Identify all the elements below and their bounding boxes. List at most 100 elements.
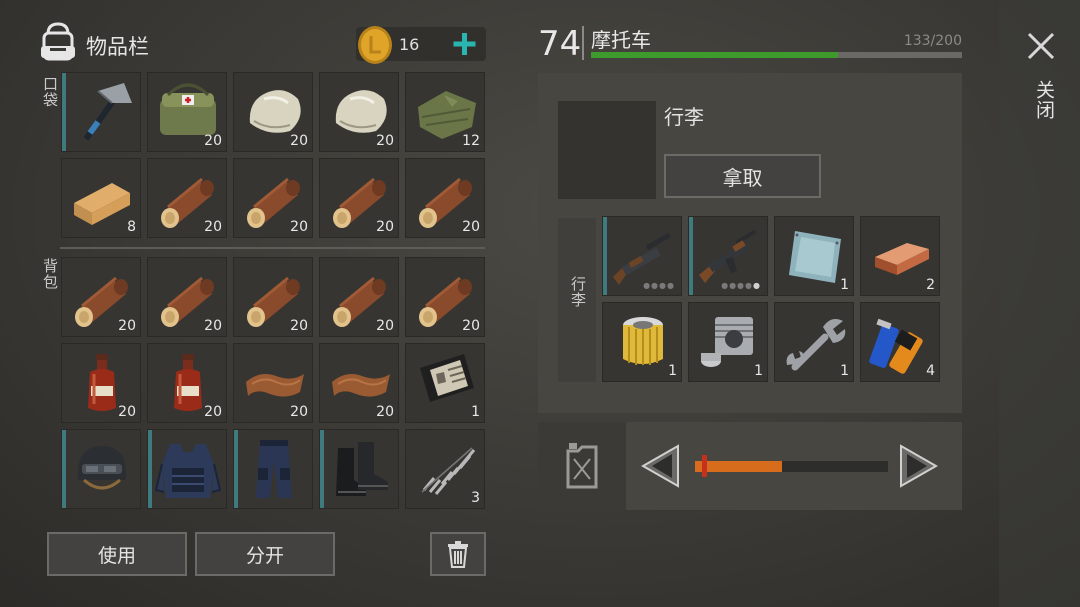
item-quantity: 2: [926, 277, 935, 293]
backpack-slot[interactable]: 20: [319, 343, 399, 423]
item-quantity: 1: [754, 363, 763, 379]
split-button[interactable]: 分开: [195, 532, 335, 576]
backpack-slot[interactable]: 20: [233, 343, 313, 423]
item-quantity: 1: [840, 363, 849, 379]
trunk-slot[interactable]: 2: [860, 216, 940, 296]
helmet-icon: [78, 446, 126, 490]
vehicle-name: 摩托车: [591, 28, 651, 52]
pocket-slot[interactable]: 20: [405, 158, 485, 238]
pocket-slot[interactable]: [61, 72, 141, 152]
copper-ingot-icon: [875, 243, 929, 275]
jerrycan-icon: [566, 443, 598, 489]
durability-text: 133/200: [903, 33, 962, 49]
boots-icon: [336, 442, 388, 496]
close-button[interactable]: 关闭: [1031, 80, 1058, 120]
trunk-slot[interactable]: 1: [774, 216, 854, 296]
pocket-slot[interactable]: 20: [233, 72, 313, 152]
trunk-slot[interactable]: 1: [774, 302, 854, 382]
rifle-icon: [699, 229, 757, 283]
item-quantity: 20: [290, 133, 308, 149]
pocket-slot[interactable]: 20: [147, 158, 227, 238]
backpack-icon: [41, 22, 75, 61]
pocket-slot[interactable]: 20: [319, 72, 399, 152]
item-quantity: 4: [926, 363, 935, 379]
backpack-slot[interactable]: 20: [233, 257, 313, 337]
backpack-slot[interactable]: [319, 429, 399, 509]
trunk-slot[interactable]: ●●●●●: [688, 216, 768, 296]
inventory-title: 物品栏: [86, 35, 149, 59]
item-quantity: 20: [462, 318, 480, 334]
trunk-label: 行李: [569, 276, 587, 308]
fuel-level-fill: [695, 461, 782, 472]
item-quantity: 20: [376, 133, 394, 149]
armor-vest-icon: [154, 444, 222, 498]
backpack-slot[interactable]: 3: [405, 429, 485, 509]
item-quantity: 1: [840, 277, 849, 293]
trunk-slot[interactable]: 1: [688, 302, 768, 382]
item-quantity: 20: [462, 219, 480, 235]
backpack-slot[interactable]: [61, 429, 141, 509]
backpack-label: 背包: [41, 258, 59, 290]
trash-icon: [448, 541, 468, 568]
backpack-slot[interactable]: 20: [61, 343, 141, 423]
pocket-slot[interactable]: 20: [319, 158, 399, 238]
wrench-icon: [786, 319, 846, 371]
item-quantity: 20: [290, 219, 308, 235]
item-quantity: 20: [204, 318, 222, 334]
item-quantity: 20: [290, 318, 308, 334]
item-quantity: 20: [118, 318, 136, 334]
attachment-dots: ●●●●●: [721, 281, 761, 290]
trunk-thumbnail: [558, 101, 656, 199]
metal-plate-icon: [789, 231, 841, 283]
wallet-icon: [420, 354, 474, 402]
spring-icon: [421, 447, 476, 495]
item-quantity: 20: [376, 219, 394, 235]
coin-icon: [358, 26, 392, 64]
backpack-slot[interactable]: [147, 429, 227, 509]
coin-count: 16: [399, 35, 420, 54]
backpack-slot[interactable]: [233, 429, 313, 509]
fuel-increase-button[interactable]: [899, 444, 939, 488]
item-quantity: 8: [127, 219, 136, 235]
item-quantity: 20: [118, 404, 136, 420]
backpack-slot[interactable]: 1: [405, 343, 485, 423]
item-quantity: 20: [290, 404, 308, 420]
hatchet-icon: [83, 83, 132, 141]
fuel-decrease-button[interactable]: [640, 444, 680, 488]
take-button[interactable]: 拿取: [664, 154, 821, 198]
trunk-name: 行李: [664, 105, 704, 129]
pocket-slot[interactable]: 12: [405, 72, 485, 152]
attachment-dots: ●●●●: [643, 281, 675, 290]
add-coins-button[interactable]: [448, 26, 482, 62]
item-quantity: 3: [471, 490, 480, 506]
backpack-slot[interactable]: 20: [147, 257, 227, 337]
item-quantity: 1: [471, 404, 480, 420]
item-quantity: 12: [462, 133, 480, 149]
trunk-slot[interactable]: 1: [602, 302, 682, 382]
item-quantity: 20: [204, 404, 222, 420]
plank-icon: [74, 183, 130, 225]
title-separator: [582, 26, 584, 60]
air-filter-icon: [623, 317, 663, 365]
item-quantity: 20: [204, 219, 222, 235]
item-quantity: 20: [204, 133, 222, 149]
pocket-slot[interactable]: 20: [233, 158, 313, 238]
pocket-label: 口袋: [41, 76, 59, 108]
backpack-slot[interactable]: 20: [319, 257, 399, 337]
pants-icon: [256, 440, 292, 498]
batteries-icon: [869, 318, 923, 374]
discard-button[interactable]: [430, 532, 486, 576]
backpack-slot[interactable]: 20: [405, 257, 485, 337]
engine-cylinder-icon: [701, 317, 753, 367]
item-quantity: 20: [376, 318, 394, 334]
use-button[interactable]: 使用: [47, 532, 187, 576]
trunk-slot[interactable]: ●●●●: [602, 216, 682, 296]
item-quantity: 20: [376, 404, 394, 420]
backpack-slot[interactable]: 20: [147, 343, 227, 423]
close-icon[interactable]: [1026, 31, 1056, 61]
trunk-slot[interactable]: 4: [860, 302, 940, 382]
backpack-slot[interactable]: 20: [61, 257, 141, 337]
pocket-slot[interactable]: 20: [147, 72, 227, 152]
pocket-slot[interactable]: 8: [61, 158, 141, 238]
durability-fill: [591, 52, 838, 58]
